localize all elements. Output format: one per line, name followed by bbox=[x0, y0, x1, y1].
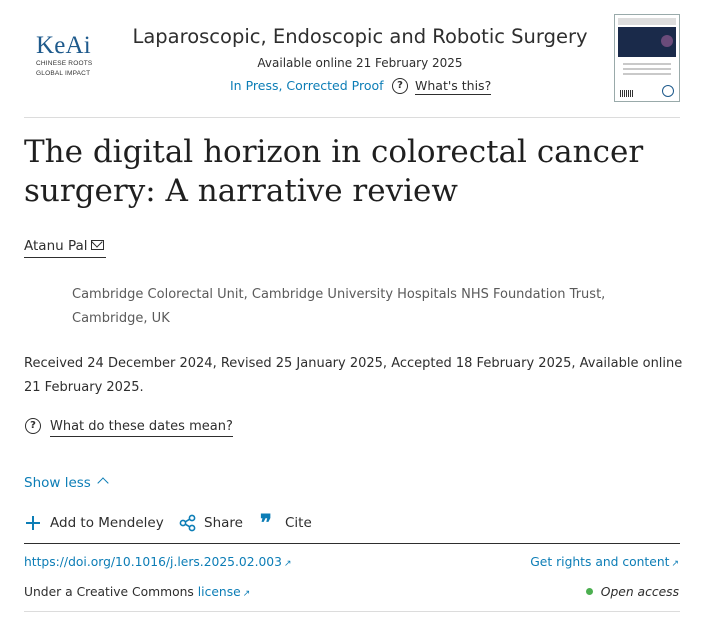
add-to-mendeley-button[interactable]: Add to Mendeley bbox=[50, 515, 164, 531]
affiliation: Cambridge Colorectal Unit, Cambridge Uni… bbox=[72, 287, 606, 326]
cite-button[interactable]: Cite bbox=[285, 515, 312, 531]
quote-icon[interactable]: ❞ bbox=[260, 512, 272, 534]
rights-link[interactable]: Get rights and content ↗ bbox=[530, 555, 679, 569]
article-title: The digital horizon in colorectal cancer… bbox=[24, 134, 644, 209]
bottom-divider bbox=[24, 611, 680, 612]
question-icon[interactable]: ? bbox=[25, 418, 41, 434]
logo-wordmark: KeAi bbox=[36, 32, 91, 59]
open-access-badge: Open access bbox=[585, 585, 679, 599]
mail-icon[interactable] bbox=[91, 240, 104, 250]
actions-divider bbox=[24, 543, 680, 544]
article-dates: Received 24 December 2024, Revised 25 Ja… bbox=[24, 356, 683, 395]
external-link-icon: ↗ bbox=[283, 559, 292, 569]
cc-prefix: Under a Creative Commons bbox=[24, 585, 194, 599]
external-link-icon: ↗ bbox=[242, 589, 251, 599]
chevron-up-icon[interactable] bbox=[97, 477, 109, 489]
keai-logo[interactable]: KeAi CHINESE ROOTS GLOBAL IMPACT bbox=[36, 32, 96, 78]
doi-text[interactable]: https://doi.org/10.1016/j.lers.2025.02.0… bbox=[24, 555, 282, 569]
license-link[interactable]: license bbox=[198, 585, 241, 599]
in-press-link[interactable]: In Press, Corrected Proof bbox=[230, 78, 384, 93]
logo-tagline-2: GLOBAL IMPACT bbox=[36, 70, 91, 77]
rights-text[interactable]: Get rights and content bbox=[530, 555, 669, 569]
available-online: Available online 21 February 2025 bbox=[257, 56, 463, 70]
journal-cover-thumbnail[interactable] bbox=[614, 14, 680, 102]
open-access-dot-icon bbox=[585, 588, 593, 595]
journal-title[interactable]: Laparoscopic, Endoscopic and Robotic Sur… bbox=[100, 25, 620, 48]
doi-link[interactable]: https://doi.org/10.1016/j.lers.2025.02.0… bbox=[24, 555, 292, 569]
share-button[interactable]: Share bbox=[204, 515, 243, 531]
creative-commons-line: Under a Creative Commons license ↗ bbox=[24, 585, 250, 599]
show-less-button[interactable]: Show less bbox=[24, 475, 91, 491]
question-icon[interactable]: ? bbox=[392, 78, 408, 94]
header-divider bbox=[24, 117, 680, 118]
whats-this-link[interactable]: What's this? bbox=[415, 78, 492, 95]
open-access-label: Open access bbox=[600, 585, 679, 599]
dates-help-link[interactable]: What do these dates mean? bbox=[50, 419, 233, 437]
share-icon[interactable] bbox=[179, 514, 197, 532]
plus-icon[interactable] bbox=[26, 516, 40, 530]
external-link-icon: ↗ bbox=[671, 559, 679, 569]
logo-tagline-1: CHINESE ROOTS bbox=[36, 60, 93, 67]
